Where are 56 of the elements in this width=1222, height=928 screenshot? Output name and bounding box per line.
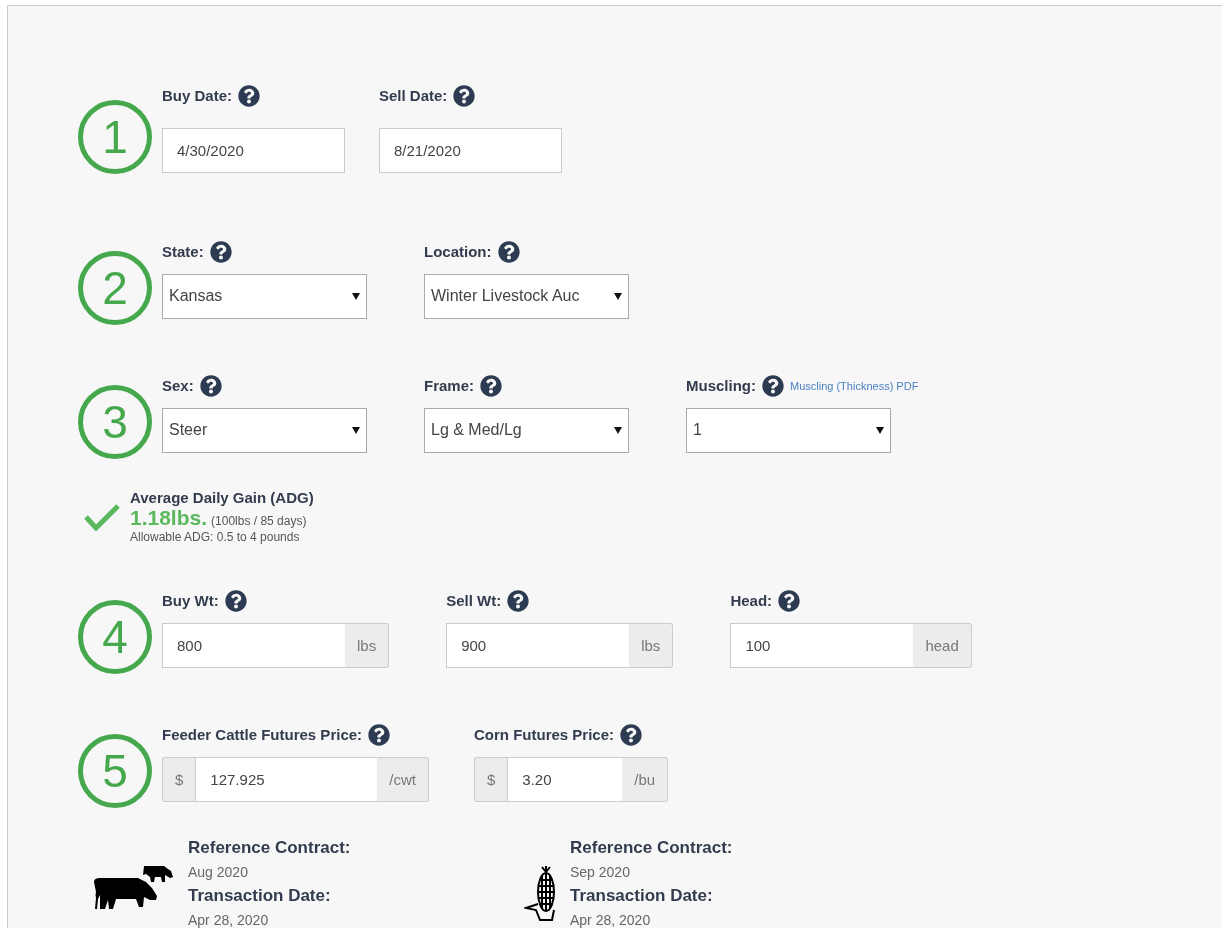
adg-title: Average Daily Gain (ADG) [130, 489, 314, 506]
field-label: Sex: [162, 377, 194, 394]
caret-icon [352, 292, 360, 300]
select-field[interactable]: Lg & Med/Lg [424, 407, 629, 453]
field-label: Sell Wt: [446, 592, 502, 609]
reference-label: Reference Contract: [188, 838, 351, 858]
select-field[interactable]: Steer [162, 407, 367, 453]
reference-value: Sep 2020 [570, 864, 631, 880]
caret-icon [614, 292, 622, 300]
field-label: Frame: [424, 377, 475, 394]
transaction-label: Transaction Date: [570, 886, 714, 906]
field-label: Sell Date: [379, 87, 448, 104]
help-icon[interactable] [480, 374, 503, 397]
step-number: 4 [78, 600, 152, 674]
help-icon[interactable] [507, 589, 530, 612]
pdf-link[interactable]: Muscling (Thickness) PDF [790, 379, 919, 392]
field-label: Buy Wt: [162, 592, 219, 609]
field-label: Feeder Cattle Futures Price: [162, 726, 363, 743]
help-icon[interactable] [453, 84, 476, 107]
field-label: State: [162, 243, 204, 260]
adg-note: Allowable ADG: 0.5 to 4 pounds [130, 530, 301, 544]
field-label: Buy Date: [162, 87, 232, 104]
currency-label: $ [162, 756, 196, 802]
help-icon[interactable] [199, 374, 222, 397]
adg-detail: (100lbs / 85 days) [211, 514, 307, 528]
field-label: Location: [424, 243, 492, 260]
step-number: 5 [78, 734, 152, 808]
help-icon[interactable] [209, 240, 232, 263]
step-number: 1 [78, 100, 152, 174]
help-icon[interactable] [238, 84, 260, 107]
currency-label: $ [474, 756, 508, 802]
field-label: Head: [730, 592, 773, 609]
field-label: Corn Futures Price: [474, 726, 615, 743]
transaction-label: Transaction Date: [188, 886, 332, 906]
help-icon[interactable] [620, 723, 643, 746]
caret-icon [614, 426, 622, 434]
transaction-value: Apr 28, 2020 [188, 912, 270, 928]
help-icon[interactable] [224, 589, 247, 612]
help-icon[interactable] [778, 589, 801, 612]
date-field[interactable]: 4/30/2020 [162, 127, 345, 173]
select-field[interactable]: Winter Livestock Auc [424, 273, 629, 319]
adg-value: 1.18lbs. [130, 506, 208, 530]
reference-label: Reference Contract: [570, 838, 733, 858]
caret-icon [352, 426, 360, 434]
transaction-value: Apr 28, 2020 [570, 912, 652, 928]
caret-icon [876, 426, 884, 434]
select-field[interactable]: Kansas [162, 273, 367, 319]
field-label: Muscling: [686, 377, 756, 394]
help-icon[interactable] [497, 240, 520, 263]
date-field[interactable]: 8/21/2020 [379, 127, 562, 173]
step-number: 3 [78, 385, 152, 459]
reference-value: Aug 2020 [188, 864, 249, 880]
step-number: 2 [78, 251, 152, 325]
select-field[interactable]: 1 [686, 407, 891, 453]
help-icon[interactable] [762, 374, 784, 397]
help-icon[interactable] [368, 723, 391, 746]
